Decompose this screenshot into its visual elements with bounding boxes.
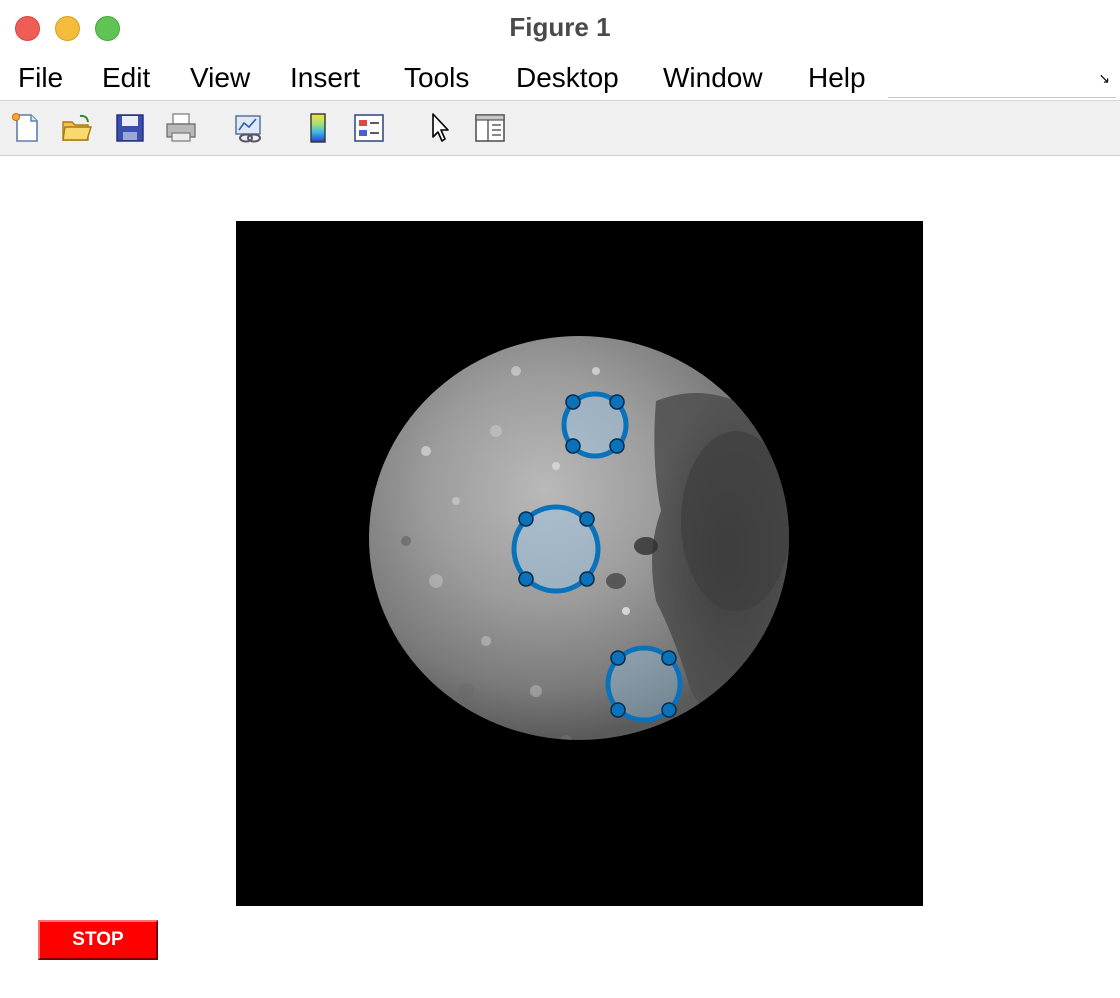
roi-handle[interactable] bbox=[518, 571, 534, 587]
new-figure-icon[interactable] bbox=[9, 111, 43, 145]
figure-toolbar bbox=[0, 100, 1120, 156]
property-inspector-icon[interactable] bbox=[473, 111, 507, 145]
insert-legend-icon[interactable] bbox=[352, 111, 386, 145]
image-axes[interactable] bbox=[236, 221, 923, 906]
roi-handle[interactable] bbox=[609, 438, 625, 454]
menu-edit[interactable]: Edit bbox=[102, 62, 150, 94]
save-icon[interactable] bbox=[113, 111, 147, 145]
menu-window[interactable]: Window bbox=[663, 62, 763, 94]
dock-figure-icon[interactable]: ↘ bbox=[1098, 70, 1110, 87]
roi-handle[interactable] bbox=[518, 511, 534, 527]
insert-colorbar-icon[interactable] bbox=[301, 111, 335, 145]
window-title: Figure 1 bbox=[509, 12, 611, 42]
moon-image[interactable] bbox=[236, 221, 923, 906]
roi-handle[interactable] bbox=[609, 394, 625, 410]
stop-button[interactable]: STOP bbox=[38, 920, 158, 960]
menu-insert[interactable]: Insert bbox=[290, 62, 360, 94]
link-plot-icon[interactable] bbox=[232, 111, 266, 145]
menu-divider bbox=[888, 97, 1116, 98]
roi-circle-top[interactable] bbox=[561, 391, 629, 459]
menu-file[interactable]: File bbox=[18, 62, 63, 94]
roi-handle[interactable] bbox=[661, 702, 677, 718]
roi-handle[interactable] bbox=[610, 650, 626, 666]
roi-handle[interactable] bbox=[579, 511, 595, 527]
menu-desktop[interactable]: Desktop bbox=[516, 62, 619, 94]
menu-tools[interactable]: Tools bbox=[404, 62, 469, 94]
roi-handle[interactable] bbox=[579, 571, 595, 587]
menu-help[interactable]: Help bbox=[808, 62, 866, 94]
roi-handle[interactable] bbox=[565, 438, 581, 454]
open-file-icon[interactable] bbox=[60, 111, 94, 145]
menu-view[interactable]: View bbox=[190, 62, 250, 94]
roi-handle[interactable] bbox=[565, 394, 581, 410]
print-icon[interactable] bbox=[164, 111, 198, 145]
roi-circle-middle[interactable] bbox=[511, 504, 601, 594]
roi-handle[interactable] bbox=[610, 702, 626, 718]
title-bar: Figure 1 bbox=[0, 0, 1120, 56]
roi-circle-bottom[interactable] bbox=[605, 645, 683, 723]
menu-bar: File Edit View Insert Tools Desktop Wind… bbox=[0, 56, 1120, 100]
figure-window: Figure 1 File Edit View Insert Tools Des… bbox=[0, 0, 1120, 998]
edit-plot-pointer-icon[interactable] bbox=[424, 111, 458, 145]
roi-handle[interactable] bbox=[661, 650, 677, 666]
